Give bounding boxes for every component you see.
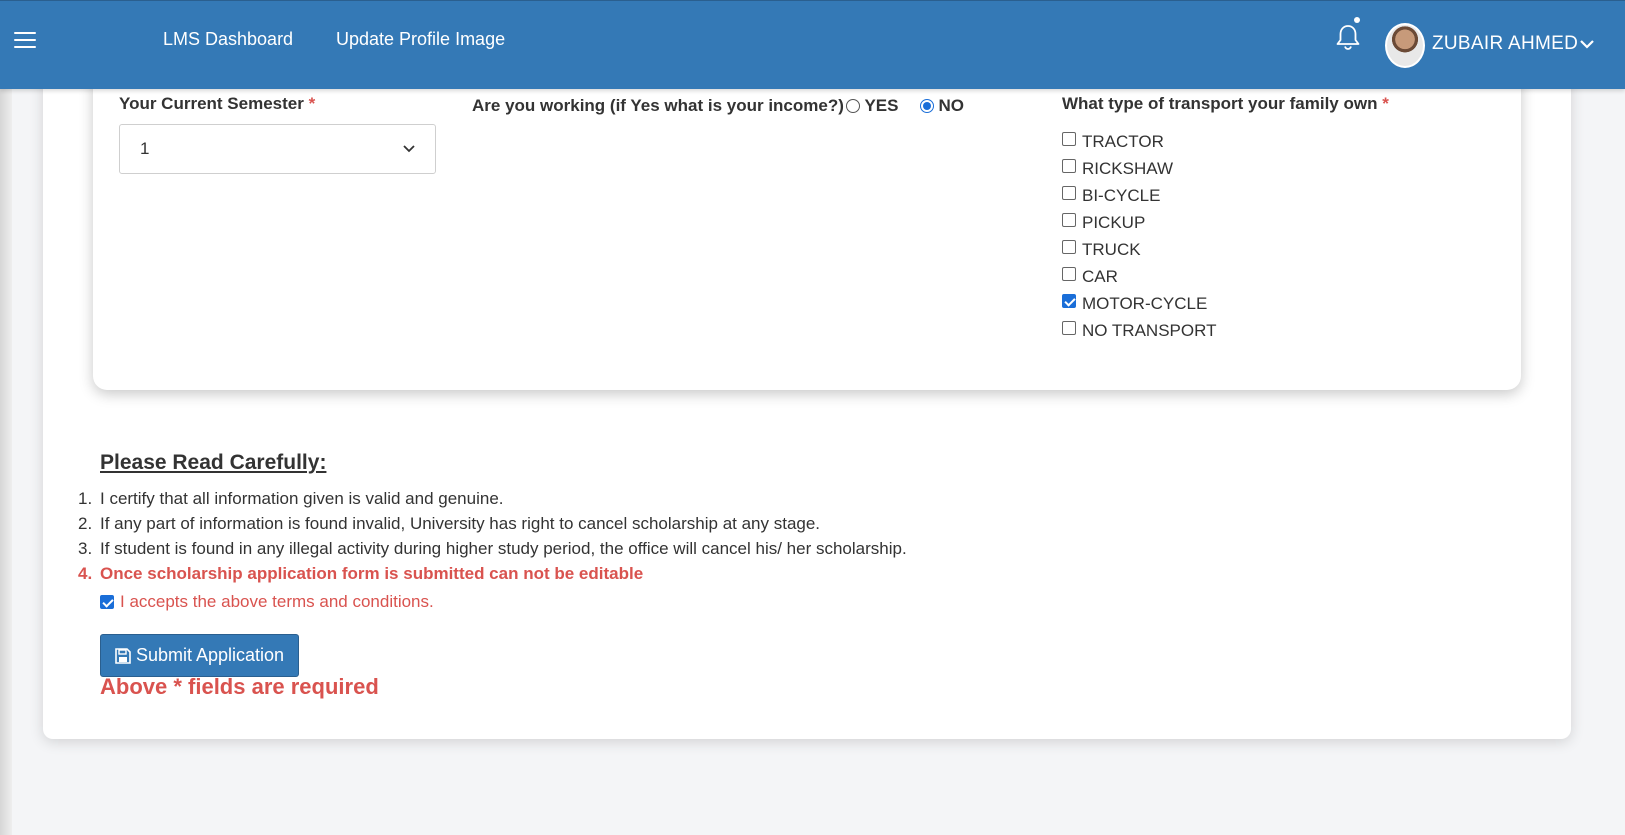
checkbox[interactable] — [1062, 320, 1076, 335]
semester-label: Your Current Semester * — [119, 94, 315, 114]
notice-item-text: If any part of information is found inva… — [100, 514, 821, 533]
transport-checkbox-list: TRACTOR RICKSHAW BI-CYCLE PICKUP TRUCK C… — [1062, 128, 1216, 344]
notice-list: 1. I certify that all information given i… — [78, 489, 907, 589]
radio-no-label: NO — [938, 96, 964, 115]
save-icon — [115, 647, 131, 664]
notification-dot — [1354, 17, 1360, 23]
semester-select-value: 1 — [140, 139, 150, 158]
checkbox[interactable] — [1062, 131, 1076, 146]
working-radio-yes[interactable]: YES — [846, 96, 898, 116]
transport-option-label: CAR — [1082, 266, 1118, 286]
radio-yes[interactable] — [846, 99, 860, 113]
checkbox[interactable] — [1062, 266, 1076, 281]
working-radio-no[interactable]: NO — [920, 96, 964, 116]
accept-terms-checkbox[interactable] — [100, 595, 114, 609]
menu-icon[interactable] — [14, 32, 36, 48]
notice-item: 2. If any part of information is found in… — [78, 514, 907, 539]
semester-label-text: Your Current Semester — [119, 94, 304, 113]
required-mark: * — [308, 94, 316, 113]
transport-option-tractor[interactable]: TRACTOR — [1062, 128, 1216, 155]
notice-item-number: 1. — [78, 489, 93, 508]
checkbox[interactable] — [1062, 212, 1076, 227]
checkbox-checked[interactable] — [1062, 293, 1076, 308]
left-edge-strip — [0, 0, 12, 835]
chevron-down-icon — [403, 145, 415, 153]
checkbox[interactable] — [1062, 239, 1076, 254]
nav-link-update-profile-image[interactable]: Update Profile Image — [336, 29, 505, 50]
transport-option-motorcycle[interactable]: MOTOR-CYCLE — [1062, 290, 1216, 317]
transport-option-truck[interactable]: TRUCK — [1062, 236, 1216, 263]
transport-option-no-transport[interactable]: NO TRANSPORT — [1062, 317, 1216, 344]
notice-item-number: 3. — [78, 539, 93, 558]
transport-option-rickshaw[interactable]: RICKSHAW — [1062, 155, 1216, 182]
transport-option-label: NO TRANSPORT — [1082, 320, 1217, 340]
radio-no[interactable] — [920, 99, 934, 113]
working-label-text: Are you working (if Yes what is your inc… — [472, 96, 844, 115]
submit-application-button[interactable]: Submit Application — [100, 634, 299, 677]
notice-item: 3. If student is found in any illegal act… — [78, 539, 907, 564]
transport-option-label: TRACTOR — [1082, 131, 1164, 151]
required-fields-note: Above * fields are required — [100, 674, 379, 699]
accept-terms-label: I accepts the above terms and conditions… — [120, 592, 434, 611]
radio-yes-label: YES — [864, 96, 899, 115]
transport-option-pickup[interactable]: PICKUP — [1062, 209, 1216, 236]
transport-label-text: What type of transport your family own — [1062, 94, 1378, 113]
checkbox[interactable] — [1062, 185, 1076, 200]
working-label: Are you working (if Yes what is your inc… — [472, 96, 855, 116]
notice-item-text: Once scholarship application form is sub… — [100, 564, 644, 583]
semester-select[interactable]: 1 — [119, 124, 436, 174]
transport-option-label: MOTOR-CYCLE — [1082, 293, 1208, 313]
checkbox[interactable] — [1062, 158, 1076, 173]
notice-item-warning: 4. Once scholarship application form is s… — [78, 564, 907, 589]
submit-button-label: Submit Application — [135, 645, 285, 665]
notice-item-number: 2. — [78, 514, 93, 533]
notice-item: 1. I certify that all information given i… — [78, 489, 907, 514]
bell-icon[interactable] — [1335, 23, 1361, 51]
notice-title: Please Read Carefully: — [100, 451, 327, 474]
transport-option-label: RICKSHAW — [1082, 158, 1173, 178]
transport-option-bicycle[interactable]: BI-CYCLE — [1062, 182, 1216, 209]
notice-item-number: 4. — [78, 564, 93, 583]
accept-terms-row[interactable]: I accepts the above terms and conditions… — [100, 592, 434, 612]
transport-label: What type of transport your family own * — [1062, 94, 1389, 114]
user-menu-name[interactable]: ZUBAIR AHMED — [1432, 33, 1578, 55]
top-navbar: LMS Dashboard Update Profile Image ZUBAI… — [0, 0, 1625, 89]
required-mark: * — [1382, 94, 1389, 113]
transport-option-label: BI-CYCLE — [1082, 185, 1161, 205]
nav-link-lms-dashboard[interactable]: LMS Dashboard — [163, 29, 293, 50]
chevron-down-icon[interactable] — [1578, 35, 1596, 53]
avatar[interactable] — [1385, 23, 1425, 68]
transport-option-label: TRUCK — [1082, 239, 1141, 259]
transport-option-label: PICKUP — [1082, 212, 1146, 232]
notice-item-text: I certify that all information given is … — [100, 489, 504, 508]
transport-option-car[interactable]: CAR — [1062, 263, 1216, 290]
notice-item-text: If student is found in any illegal activ… — [100, 539, 907, 558]
